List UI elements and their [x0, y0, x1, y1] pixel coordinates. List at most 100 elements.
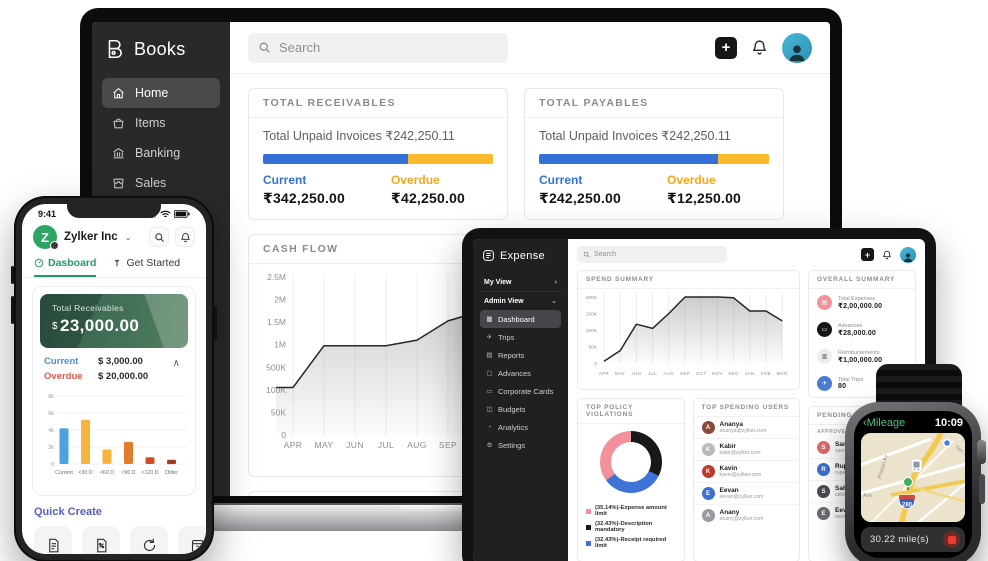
- dashboard-icon: [34, 258, 44, 268]
- sidebar-item-label: Trips: [498, 333, 514, 342]
- quick-create-invoice[interactable]: Invoice: [34, 526, 72, 554]
- current-label: Current: [539, 173, 621, 187]
- books-logo: Books: [104, 38, 218, 60]
- nav-group-admin-view[interactable]: Admin View ⌄: [480, 291, 561, 310]
- current-stat: Current ₹242,250.00: [539, 173, 621, 207]
- svg-text:JAN: JAN: [745, 371, 755, 376]
- overdue-label: Overdue: [44, 371, 88, 382]
- summary-item-advances: ▭ Advances₹28,000.00: [809, 316, 915, 343]
- sidebar-item-home[interactable]: Home: [102, 78, 220, 108]
- list-item[interactable]: A Ananyanany@zylker.com: [694, 505, 800, 526]
- total-payables-card: TOTAL PAYABLES Total Unpaid Invoices ₹24…: [524, 88, 784, 220]
- search-button[interactable]: [149, 227, 169, 247]
- chevron-down-icon: ⌄: [125, 233, 132, 242]
- expense-icon: ▤: [817, 295, 832, 310]
- svg-text:JUL: JUL: [648, 371, 657, 376]
- stop-icon: [948, 536, 956, 544]
- nav-group-my-view[interactable]: My View ›: [480, 274, 561, 291]
- quick-create-product[interactable]: Product: [178, 526, 206, 554]
- avatar: S: [817, 485, 830, 498]
- overdue-stat: Overdue ₹42,250.00: [391, 173, 465, 207]
- total-receivables-hero: Total Receivables $23,000.00: [40, 294, 188, 348]
- svg-text:1M: 1M: [274, 340, 286, 350]
- search-input[interactable]: Search: [248, 33, 508, 63]
- create-new-button[interactable]: +: [861, 248, 874, 261]
- sidebar-item-sales[interactable]: Sales: [102, 168, 220, 198]
- unpaid-invoices-text: Total Unpaid Invoices ₹242,250.11: [263, 128, 493, 143]
- top-policy-violations-card: TOP POLICY VIOLATIONS (35.14%)-Expense a…: [577, 398, 685, 561]
- sidebar-item-dashboard[interactable]: ▦ Dashboard: [480, 310, 561, 328]
- summary-label: Reimbursements: [838, 350, 882, 356]
- receivables-summary-card: Total Receivables $23,000.00 Current $ 3…: [32, 286, 196, 496]
- sidebar-item-analytics[interactable]: ◔ Analytics: [480, 418, 561, 436]
- chevron-down-icon: ⌄: [551, 297, 557, 305]
- violations-donut-chart: [600, 431, 662, 493]
- user-email: anany@zylker.com: [720, 516, 764, 522]
- legend-label: (35.14%)-Expense amount limit: [595, 505, 676, 517]
- sidebar-item-advances[interactable]: ▢ Advances: [480, 364, 561, 382]
- svg-text:<60 D: <60 D: [100, 470, 114, 476]
- quick-create-estimate[interactable]: Estimate: [82, 526, 120, 554]
- sidebar-item-banking[interactable]: Banking: [102, 138, 220, 168]
- card-title: SPEND SUMMARY: [578, 271, 799, 289]
- current-bar-segment: [263, 154, 408, 164]
- svg-text:Current: Current: [55, 470, 73, 476]
- overdue-label: Overdue: [391, 173, 465, 187]
- avatar: E: [702, 487, 715, 500]
- list-item[interactable]: K Kavinkavin@zylker.com: [694, 461, 800, 483]
- svg-text:2.5M: 2.5M: [267, 272, 286, 282]
- list-item[interactable]: K Kabirkabir@zylker.com: [694, 439, 800, 461]
- collapse-chevron-icon[interactable]: ∧: [169, 356, 184, 371]
- get-started-icon: [112, 258, 122, 268]
- expense-logo-icon: [482, 249, 495, 262]
- expense-logo: Expense: [480, 247, 561, 264]
- list-item[interactable]: E Eevaneevan@zylker.com: [694, 483, 800, 505]
- sidebar-item-reports[interactable]: ▤ Reports: [480, 346, 561, 364]
- sidebar-item-items[interactable]: Items: [102, 108, 220, 138]
- overdue-value: ₹12,250.00: [667, 190, 741, 207]
- sidebar-item-corporate-cards[interactable]: ▭ Corporate Cards: [480, 382, 561, 400]
- user-name: Eevan: [720, 487, 764, 494]
- org-name[interactable]: Zylker Inc: [64, 231, 118, 243]
- user-name: Anany: [720, 509, 764, 516]
- sidebar-item-settings[interactable]: ⚙ Settings: [480, 436, 561, 454]
- mileage-map[interactable]: Phelan Av Ave San Jose 280: [861, 433, 965, 522]
- svg-text:OCT: OCT: [696, 371, 706, 376]
- sidebar-item-label: Budgets: [498, 405, 526, 414]
- legend-label: (32.43%)-Description mandatory: [595, 521, 676, 533]
- user-avatar[interactable]: [900, 247, 916, 263]
- sidebar-item-label: Analytics: [498, 423, 528, 432]
- invoice-icon: [46, 538, 61, 553]
- card-title: TOTAL RECEIVABLES: [249, 89, 507, 118]
- svg-text:AUG: AUG: [663, 371, 674, 376]
- trips-icon: ✈: [817, 376, 832, 391]
- aging-summary: Current $ 3,000.00 Overdue $ 20,000.00 ∧: [40, 348, 188, 388]
- stop-recording-button[interactable]: [943, 531, 960, 548]
- tab-dashboard[interactable]: Dasboard: [34, 257, 96, 277]
- total-receivables-card: TOTAL RECEIVABLES Total Unpaid Invoices …: [248, 88, 508, 220]
- svg-text:2k: 2k: [48, 445, 54, 451]
- list-item[interactable]: A Ananyaananya@zylker.com: [694, 417, 800, 439]
- quick-create-subscription[interactable]: Subscription: [130, 526, 168, 554]
- avatar: S: [817, 441, 830, 454]
- current-value: ₹342,250.00: [263, 190, 345, 207]
- user-avatar[interactable]: [782, 33, 812, 63]
- bell-icon[interactable]: [882, 250, 892, 260]
- notifications-button[interactable]: [175, 227, 195, 247]
- svg-text:NOV: NOV: [712, 371, 723, 376]
- sidebar-item-label: Settings: [498, 441, 525, 450]
- overdue-label: Overdue: [667, 173, 741, 187]
- search-input[interactable]: Search: [577, 246, 727, 263]
- svg-text:<30 D: <30 D: [78, 470, 92, 476]
- bell-icon[interactable]: [751, 39, 768, 56]
- sidebar-item-budgets[interactable]: ◫ Budgets: [480, 400, 561, 418]
- org-logo[interactable]: Z: [33, 225, 57, 249]
- back-button[interactable]: ‹Mileage: [863, 417, 905, 429]
- card-title: TOP SPENDING USERS: [694, 399, 800, 417]
- svg-text:SEP: SEP: [439, 440, 457, 450]
- sidebar-item-trips[interactable]: ✈ Trips: [480, 328, 561, 346]
- books-logo-icon: [104, 38, 126, 60]
- tab-get-started[interactable]: Get Started: [112, 257, 180, 277]
- hero-amount: 23,000.00: [60, 316, 139, 335]
- create-new-button[interactable]: +: [715, 37, 737, 59]
